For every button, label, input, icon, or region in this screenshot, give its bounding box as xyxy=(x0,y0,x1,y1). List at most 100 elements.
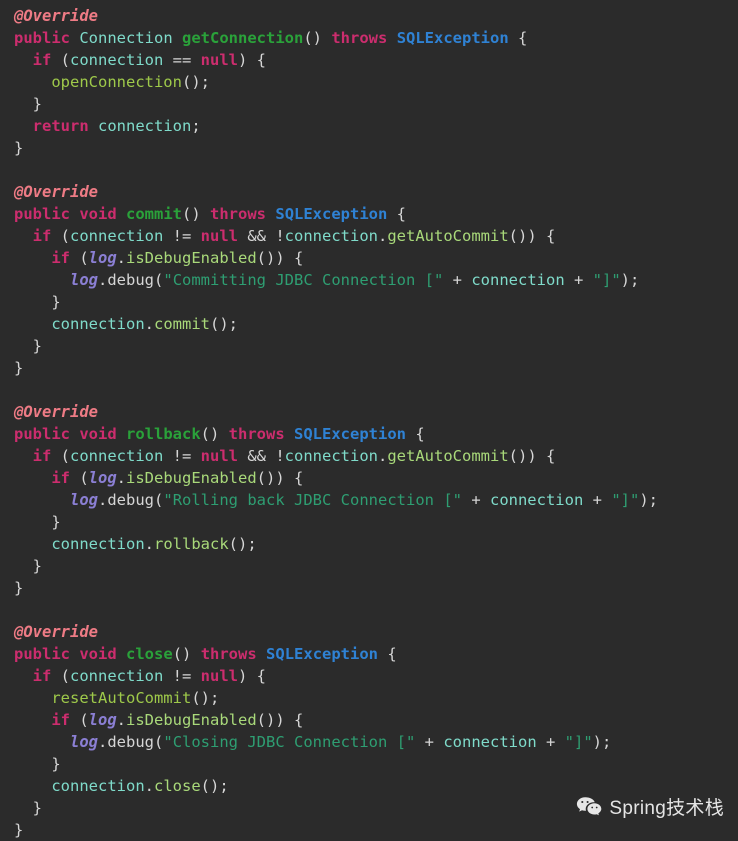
code-token: (); xyxy=(200,777,229,795)
code-token: "Committing JDBC Connection [" xyxy=(163,271,444,289)
code-token: == xyxy=(163,51,201,69)
code-token: (); xyxy=(210,315,238,333)
code-token: != xyxy=(163,667,201,685)
code-token: ; xyxy=(191,117,201,135)
code-token: ); xyxy=(620,271,640,289)
code-line: public void commit() throws SQLException… xyxy=(14,203,738,225)
code-token: public xyxy=(14,29,70,47)
code-line: resetAutoCommit(); xyxy=(14,687,738,709)
code-token: close xyxy=(154,777,201,795)
code-token: openConnection xyxy=(51,73,182,91)
code-token: . xyxy=(144,777,154,795)
code-line: @Override xyxy=(14,401,738,423)
code-line: log.debug("Closing JDBC Connection [" + … xyxy=(14,731,738,753)
code-token: debug xyxy=(107,271,155,289)
code-token: SQLException xyxy=(266,645,379,663)
code-token: } xyxy=(14,359,24,377)
code-line: if (connection != null && !connection.ge… xyxy=(14,445,738,467)
code-token: ( xyxy=(154,733,164,751)
code-token: null xyxy=(200,447,238,465)
code-token: @Override xyxy=(14,7,98,25)
code-token: if xyxy=(51,469,70,487)
code-token: debug xyxy=(107,733,155,751)
code-token: (); xyxy=(228,535,257,553)
code-token: connection xyxy=(70,227,164,245)
code-token: } xyxy=(14,513,61,531)
code-token: connection xyxy=(284,227,378,245)
code-token: @Override xyxy=(14,623,98,641)
code-token: "]" xyxy=(564,733,593,751)
code-viewer: @Override public Connection getConnection… xyxy=(0,0,738,839)
code-token: public xyxy=(14,645,70,663)
wechat-icon xyxy=(576,796,602,818)
watermark: Spring技术栈 xyxy=(576,793,724,820)
code-token: . xyxy=(144,535,154,553)
code-token: connection xyxy=(443,733,537,751)
code-token: public xyxy=(14,205,70,223)
code-line: if (log.isDebugEnabled()) { xyxy=(14,247,738,269)
code-token: connection xyxy=(70,51,164,69)
code-token: . xyxy=(116,469,127,487)
code-line: if (connection != null && !connection.ge… xyxy=(14,225,738,247)
code-token: + xyxy=(443,271,472,289)
code-line: openConnection(); xyxy=(14,71,738,93)
code-token: log xyxy=(88,711,117,729)
code-token: if xyxy=(51,711,70,729)
code-token: () xyxy=(172,645,201,663)
code-token: ( xyxy=(70,249,89,267)
code-token: } xyxy=(14,337,42,355)
code-token: null xyxy=(200,227,238,245)
code-token: && ! xyxy=(238,447,285,465)
code-token: { xyxy=(378,645,397,663)
code-token: ( xyxy=(51,51,71,69)
code-token: ( xyxy=(51,667,71,685)
code-token: isDebugEnabled xyxy=(126,249,257,267)
code-token: log xyxy=(70,271,98,289)
code-token: (); xyxy=(191,689,220,707)
code-token: ); xyxy=(592,733,612,751)
code-line: connection.commit(); xyxy=(14,313,738,335)
code-token: . xyxy=(378,447,388,465)
code-token: connection xyxy=(284,447,378,465)
code-line: } xyxy=(14,291,738,313)
code-token: void xyxy=(79,645,117,663)
code-token: "]" xyxy=(592,271,621,289)
code-token: getConnection xyxy=(182,29,304,47)
code-token: + xyxy=(415,733,444,751)
code-token: ()) { xyxy=(256,469,304,487)
code-line: } xyxy=(14,357,738,379)
code-token: void xyxy=(79,205,117,223)
code-token: @Override xyxy=(14,403,98,421)
code-token: connection xyxy=(70,667,164,685)
code-token: if xyxy=(51,249,70,267)
code-token: throws xyxy=(228,425,285,443)
code-token: resetAutoCommit xyxy=(51,689,192,707)
code-token: if xyxy=(32,227,52,245)
code-token: + xyxy=(583,491,612,509)
code-line: connection.rollback(); xyxy=(14,533,738,555)
code-token: + xyxy=(536,733,565,751)
code-token: } xyxy=(14,755,61,773)
code-token: SQLException xyxy=(275,205,388,223)
code-line: } xyxy=(14,577,738,599)
code-token: } xyxy=(14,139,24,157)
code-token: Connection xyxy=(79,29,173,47)
code-token: throws xyxy=(200,645,257,663)
code-token: connection xyxy=(51,777,145,795)
